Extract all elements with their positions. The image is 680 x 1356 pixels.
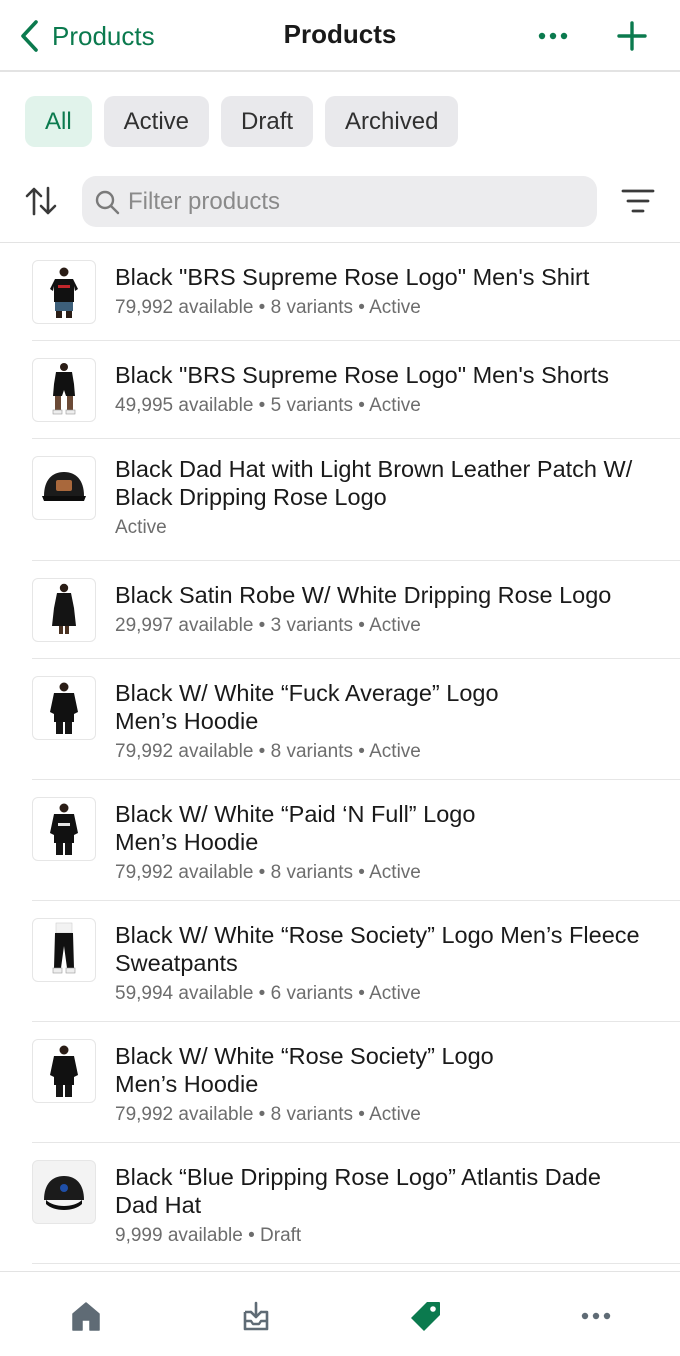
product-meta: 9,999 available • Draft bbox=[115, 1225, 302, 1246]
product-thumbnail bbox=[32, 456, 96, 520]
nav-more[interactable] bbox=[576, 1298, 616, 1334]
product-meta: 79,992 available • 8 variants • Active bbox=[115, 297, 421, 318]
product-name: Black "BRS Supreme Rose Logo" Men's Shir… bbox=[115, 264, 590, 290]
product-meta: 49,995 available • 5 variants • Active bbox=[115, 395, 421, 416]
more-horizontal-icon bbox=[538, 32, 568, 40]
product-row[interactable]: Black W/ White “Paid ‘N Full” Logo Men’s… bbox=[32, 780, 680, 901]
product-meta: Active bbox=[115, 517, 167, 538]
back-button[interactable]: Products bbox=[18, 14, 155, 58]
add-product-button[interactable] bbox=[612, 16, 652, 56]
product-meta: 79,992 available • 8 variants • Active bbox=[115, 741, 421, 762]
sort-button[interactable] bbox=[24, 182, 58, 220]
product-row[interactable]: Black "BRS Supreme Rose Logo" Men's Shir… bbox=[32, 243, 680, 341]
product-thumbnail bbox=[32, 1039, 96, 1103]
product-thumbnail bbox=[32, 918, 96, 982]
product-row[interactable]: Black Satin Robe W/ White Dripping Rose … bbox=[32, 561, 680, 659]
chevron-left-icon bbox=[21, 20, 38, 52]
product-row[interactable]: Black “Blue Dripping Rose Logo” Atlantis… bbox=[32, 1143, 680, 1264]
product-thumbnail bbox=[32, 676, 96, 740]
product-name: Black W/ White “Rose Society” Logo Men’s… bbox=[115, 922, 640, 976]
hoodie-thumbnail-icon bbox=[50, 803, 78, 855]
product-row[interactable]: Black Dad Hat with Light Brown Leather P… bbox=[32, 439, 680, 561]
product-thumbnail bbox=[32, 260, 96, 324]
hat-thumbnail-icon bbox=[44, 1176, 84, 1210]
product-meta: 59,994 available • 6 variants • Active bbox=[115, 983, 421, 1004]
hat-thumbnail-icon bbox=[42, 472, 86, 501]
hoodie-thumbnail-icon bbox=[50, 682, 78, 734]
plus-icon bbox=[617, 21, 647, 51]
shorts-thumbnail-icon bbox=[52, 363, 76, 415]
back-label: Products bbox=[52, 20, 155, 51]
product-thumbnail bbox=[32, 578, 96, 642]
tab-archived[interactable]: Archived bbox=[325, 96, 459, 147]
product-name: Black "BRS Supreme Rose Logo" Men's Shor… bbox=[115, 362, 610, 388]
more-icon bbox=[581, 1312, 611, 1320]
product-name: Black W/ White “Fuck Average” Logo Men’s… bbox=[115, 680, 499, 734]
product-name: Black “Blue Dripping Rose Logo” Atlantis… bbox=[115, 1164, 601, 1218]
tab-active[interactable]: Active bbox=[103, 96, 210, 147]
nav-products[interactable] bbox=[406, 1298, 446, 1334]
tab-draft[interactable]: Draft bbox=[221, 96, 314, 147]
home-icon bbox=[72, 1302, 100, 1331]
product-thumbnail bbox=[32, 358, 96, 422]
products-tag-icon bbox=[411, 1302, 440, 1331]
status-tabs: All Active Draft Archived bbox=[25, 96, 459, 147]
product-thumbnail bbox=[32, 1160, 96, 1224]
product-name: Black Dad Hat with Light Brown Leather P… bbox=[115, 456, 633, 510]
more-options-button[interactable] bbox=[534, 24, 572, 48]
robe-thumbnail-icon bbox=[52, 583, 76, 634]
product-name: Black W/ White “Paid ‘N Full” Logo Men’s… bbox=[115, 801, 476, 855]
filter-lines-icon bbox=[621, 189, 655, 213]
search-icon bbox=[95, 190, 120, 214]
product-meta: 79,992 available • 8 variants • Active bbox=[115, 1104, 421, 1125]
top-bar: Products Products bbox=[0, 0, 680, 72]
sweatpants-thumbnail-icon bbox=[52, 922, 76, 974]
orders-icon bbox=[243, 1301, 269, 1331]
search-input[interactable] bbox=[128, 187, 568, 216]
nav-orders[interactable] bbox=[236, 1298, 276, 1334]
product-list: Black "BRS Supreme Rose Logo" Men's Shir… bbox=[0, 243, 680, 1264]
product-thumbnail bbox=[32, 797, 96, 861]
product-meta: 29,997 available • 3 variants • Active bbox=[115, 615, 421, 636]
bottom-navigation bbox=[0, 1271, 680, 1356]
tab-all[interactable]: All bbox=[25, 96, 92, 147]
search-bar bbox=[82, 176, 597, 227]
product-row[interactable]: Black "BRS Supreme Rose Logo" Men's Shor… bbox=[32, 341, 680, 439]
shirt-thumbnail-icon bbox=[50, 267, 78, 318]
filter-button[interactable] bbox=[620, 186, 656, 216]
hoodie-thumbnail-icon bbox=[50, 1045, 78, 1097]
product-name: Black Satin Robe W/ White Dripping Rose … bbox=[115, 582, 612, 608]
product-meta: 79,992 available • 8 variants • Active bbox=[115, 862, 421, 883]
product-row[interactable]: Black W/ White “Fuck Average” Logo Men’s… bbox=[32, 659, 680, 780]
nav-home[interactable] bbox=[66, 1298, 106, 1334]
product-name: Black W/ White “Rose Society” Logo Men’s… bbox=[115, 1043, 494, 1097]
product-row[interactable]: Black W/ White “Rose Society” Logo Men’s… bbox=[32, 1022, 680, 1143]
product-row[interactable]: Black W/ White “Rose Society” Logo Men’s… bbox=[32, 901, 680, 1022]
sort-arrows-icon bbox=[25, 186, 57, 216]
